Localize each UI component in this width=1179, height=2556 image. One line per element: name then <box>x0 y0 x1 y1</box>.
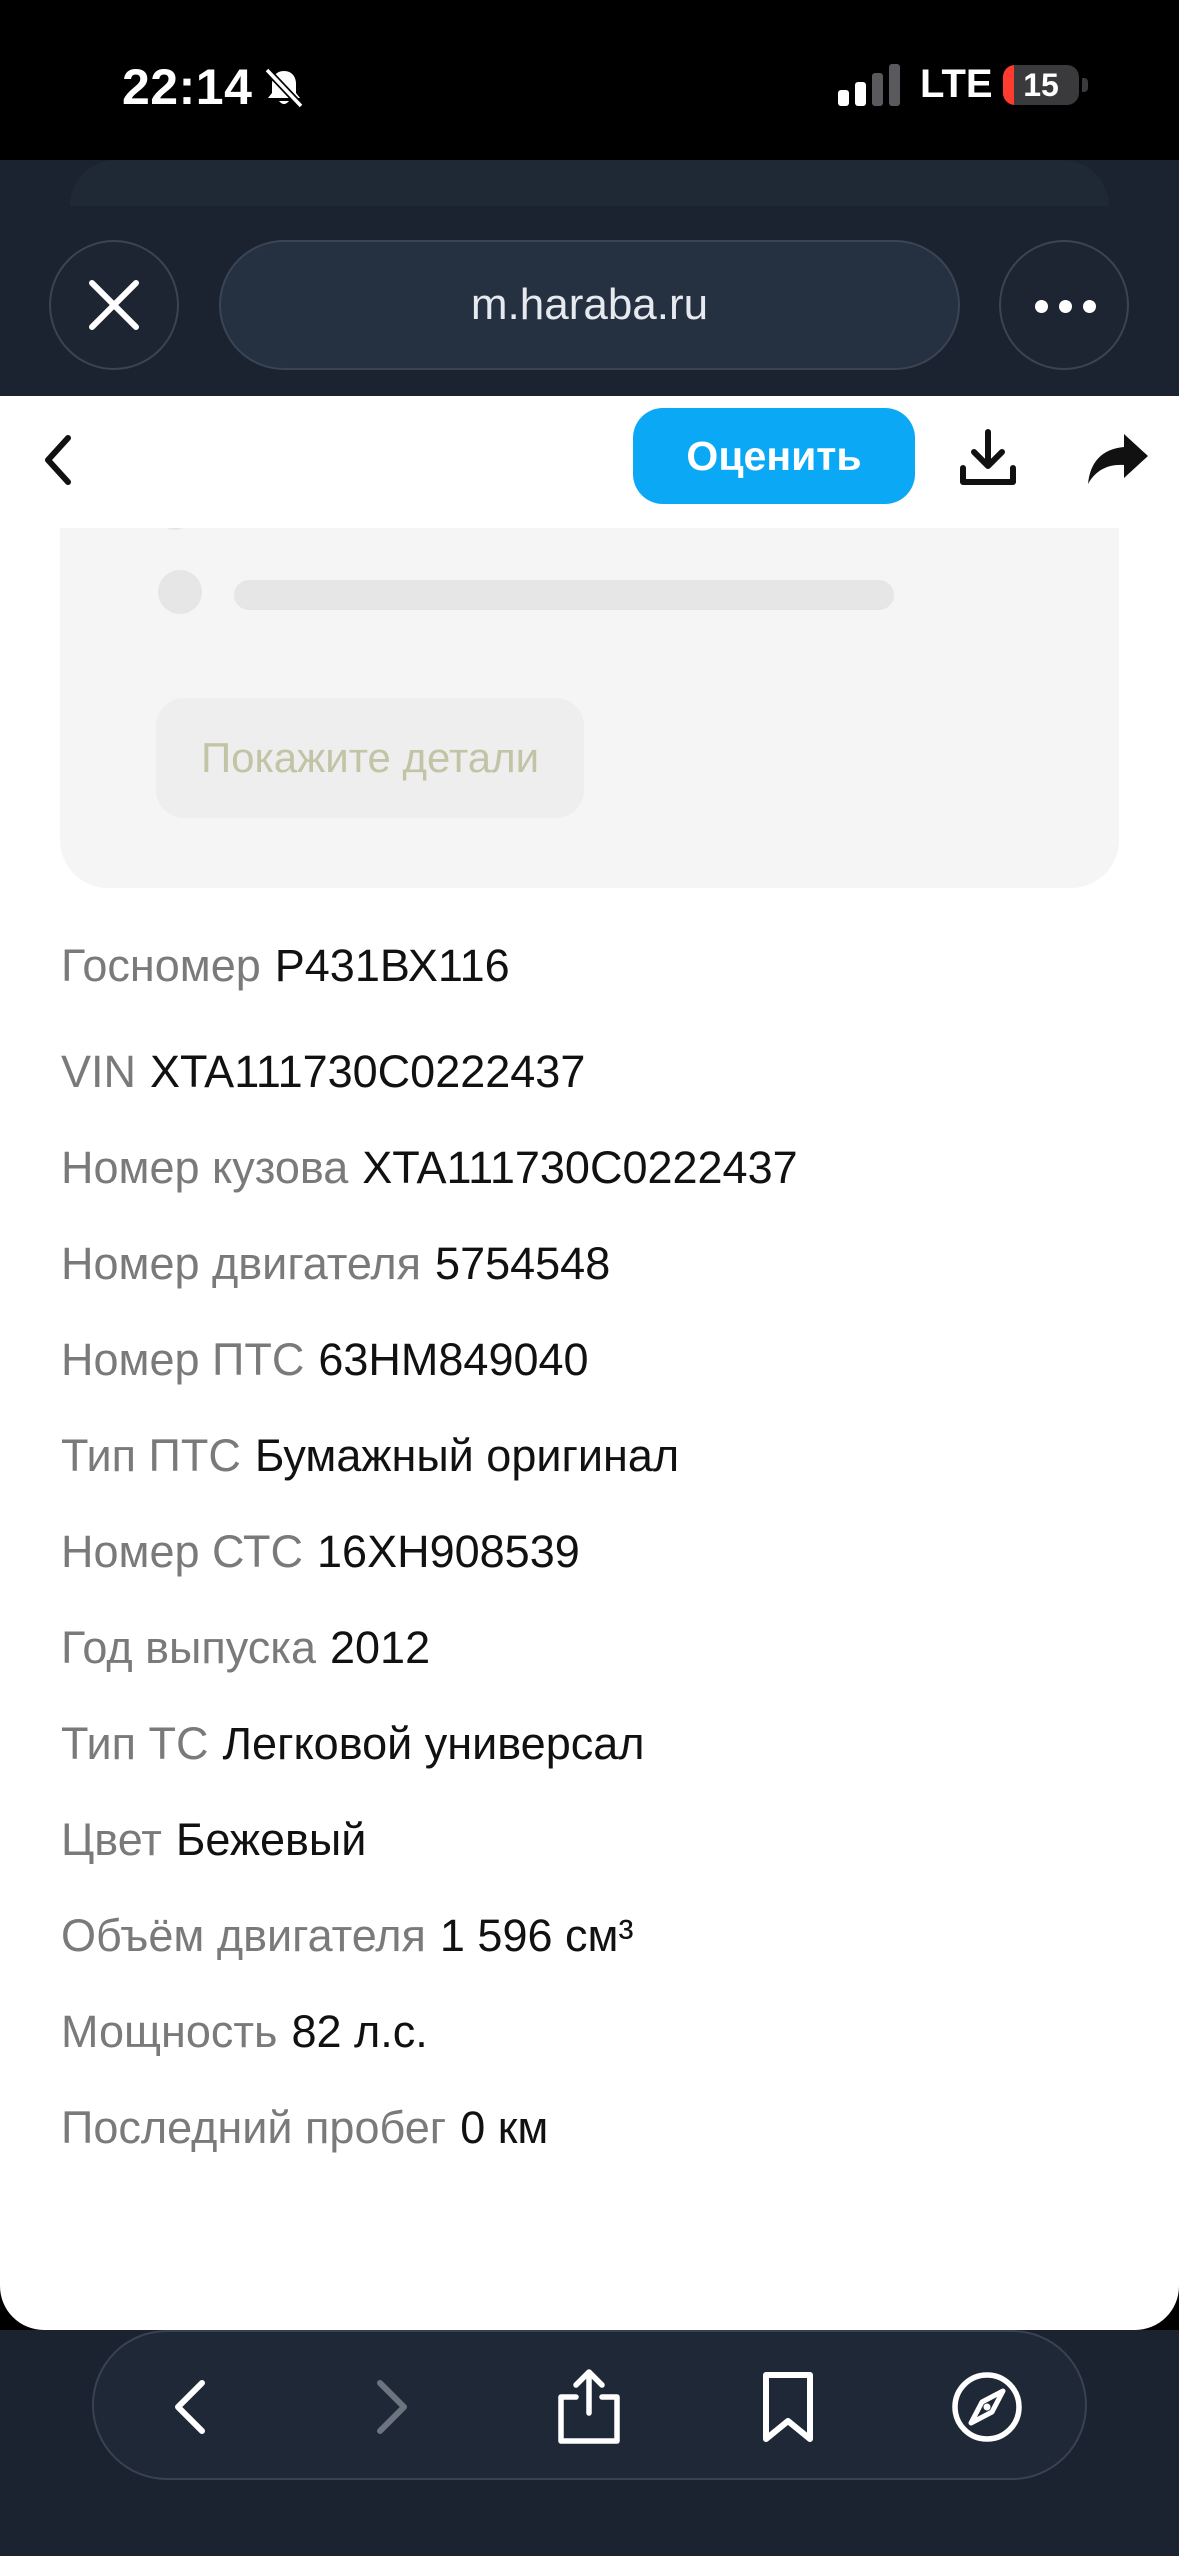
bookmarks-icon[interactable] <box>748 2367 828 2447</box>
app-toolbar: Оценить <box>0 396 1179 528</box>
info-label: Номер двигателя <box>61 1238 422 1289</box>
info-row-engine-number: Номер двигателя 5754548 <box>61 1236 610 1292</box>
info-value: 5754548 <box>435 1238 611 1289</box>
info-label: Мощность <box>61 2006 278 2057</box>
address-bar[interactable]: m.haraba.ru <box>219 240 960 370</box>
info-label: Цвет <box>61 1814 162 1865</box>
info-value: Бежевый <box>175 1814 367 1865</box>
info-label: Год выпуска <box>61 1622 316 1673</box>
info-label: Объём двигателя <box>61 1910 426 1961</box>
info-row-body-number: Номер кузова XTA111730C0222437 <box>61 1140 798 1196</box>
more-button[interactable] <box>999 240 1129 370</box>
status-bar: 22:14 LTE 15 <box>0 0 1179 160</box>
close-button[interactable] <box>49 240 179 370</box>
skeleton-placeholder <box>158 570 202 614</box>
phone-screen: 22:14 LTE 15 m.haraba.ru Покажите детали… <box>0 0 1179 2556</box>
skeleton-placeholder <box>234 580 894 610</box>
info-value: Легковой универсал <box>222 1718 645 1769</box>
chevron-left-icon[interactable] <box>38 430 78 490</box>
web-page: Покажите детали Оценить Госномер Р431ВХ11… <box>0 396 1179 2330</box>
info-value: Бумажный оригинал <box>254 1430 680 1481</box>
info-label: Номер ПТС <box>61 1334 305 1385</box>
info-row-pts-type: Тип ПТС Бумажный оригинал <box>61 1428 679 1484</box>
info-row-year: Год выпуска 2012 <box>61 1620 430 1676</box>
compass-icon[interactable] <box>947 2367 1027 2447</box>
info-value: XTA111730C0222437 <box>150 1046 586 1097</box>
info-row-engine-volume: Объём двигателя 1 596 см³ <box>61 1908 633 1964</box>
info-value: XTA111730C0222437 <box>362 1142 798 1193</box>
info-value: 2012 <box>329 1622 431 1673</box>
info-value: 16ХН908539 <box>317 1526 580 1577</box>
share-icon[interactable] <box>1086 432 1150 488</box>
info-label: VIN <box>61 1046 137 1097</box>
download-icon[interactable] <box>958 428 1018 488</box>
info-label: Номер кузова <box>61 1142 349 1193</box>
info-label: Тип ПТС <box>61 1430 241 1481</box>
info-row-sts-number: Номер СТС 16ХН908539 <box>61 1524 580 1580</box>
battery-icon: 15 <box>1003 65 1079 105</box>
browser-toolbar <box>92 2330 1087 2480</box>
network-type: LTE <box>920 62 993 106</box>
info-row-pts-number: Номер ПТС 63НМ849040 <box>61 1332 589 1388</box>
battery-tip <box>1082 78 1088 92</box>
signal-icon <box>838 64 900 106</box>
info-value: Р431ВХ116 <box>274 940 510 991</box>
info-row-plate: Госномер Р431ВХ116 <box>61 938 510 994</box>
info-row-vehicle-type: Тип ТС Легковой универсал <box>61 1716 645 1772</box>
forward-icon[interactable] <box>350 2367 430 2447</box>
info-label: Госномер <box>61 940 261 991</box>
info-label: Номер СТС <box>61 1526 304 1577</box>
back-icon[interactable] <box>152 2367 232 2447</box>
battery-percent: 15 <box>1023 67 1059 103</box>
bell-slash-icon <box>264 67 304 109</box>
info-value: 63НМ849040 <box>318 1334 589 1385</box>
info-label: Тип ТС <box>61 1718 209 1769</box>
info-row-power: Мощность 82 л.с. <box>61 2004 428 2060</box>
info-value: 0 км <box>460 2102 549 2153</box>
rate-button[interactable]: Оценить <box>633 408 915 504</box>
info-row-mileage: Последний пробег 0 км <box>61 2100 548 2156</box>
info-row-color: Цвет Бежевый <box>61 1812 366 1868</box>
share-icon[interactable] <box>549 2367 629 2447</box>
status-time: 22:14 <box>122 59 253 115</box>
tab-shade <box>70 160 1109 206</box>
close-icon <box>89 280 139 330</box>
info-value: 82 л.с. <box>291 2006 428 2057</box>
info-label: Последний пробег <box>61 2102 447 2153</box>
browser-top-bar: m.haraba.ru <box>0 160 1179 396</box>
info-row-vin: VIN XTA111730C0222437 <box>61 1044 585 1100</box>
show-details-button[interactable]: Покажите детали <box>156 698 584 818</box>
browser-bottom-bar <box>0 2330 1179 2556</box>
info-value: 1 596 см³ <box>439 1910 634 1961</box>
